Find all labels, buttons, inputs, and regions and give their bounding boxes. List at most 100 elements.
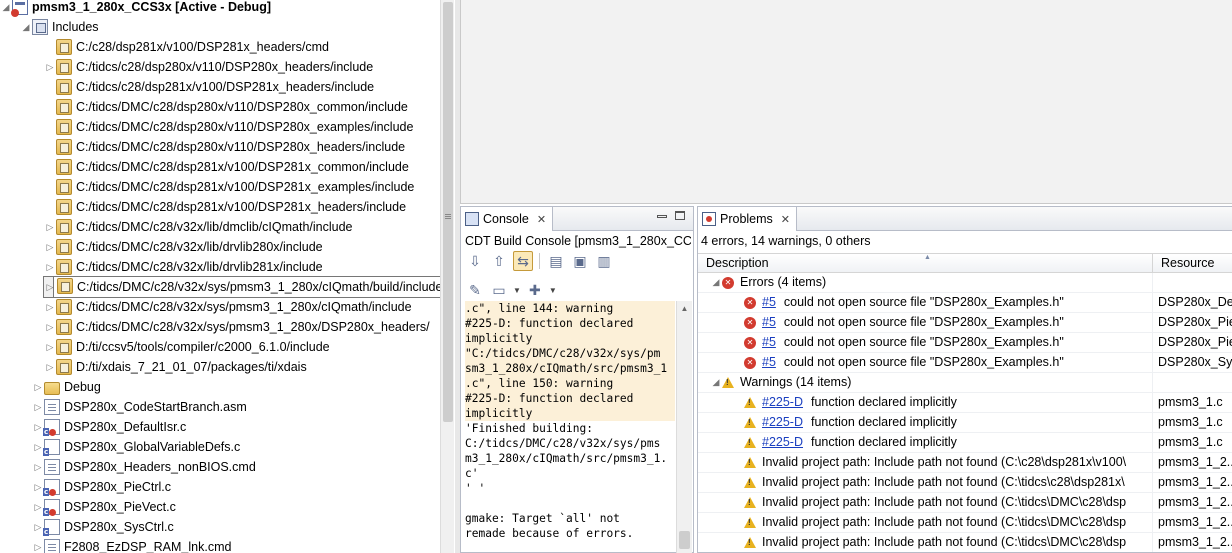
table-row[interactable]: ◢ Warnings (14 items) <box>698 373 1232 393</box>
table-row[interactable]: #225-D function declared implicitly pmsm3_… <box>698 433 1232 453</box>
tree-item-include-path[interactable]: C:/tidcs/DMC/c28/dsp280x/v110/DSP280x_co… <box>44 97 408 117</box>
table-row[interactable]: Invalid project path: Include path not f… <box>698 513 1232 533</box>
open-console-icon[interactable]: ✚ <box>525 280 545 300</box>
close-icon[interactable]: ✕ <box>537 213 546 226</box>
tree-item-includes[interactable]: ◢ Includes <box>20 17 99 37</box>
show-error-in-editor-icon[interactable]: ⇆ <box>513 251 533 271</box>
collapsed-arrow-icon[interactable]: ▷ <box>32 457 44 477</box>
console-line: .c", line 144: warning <box>465 301 675 316</box>
tree-item-file[interactable]: ▷ c DSP280x_DefaultIsr.c <box>32 417 186 437</box>
collapsed-arrow-icon[interactable]: ▷ <box>44 337 56 357</box>
resource-cell: DSP280x_Sy... <box>1158 355 1232 369</box>
problem-id-link[interactable]: #225-D <box>762 393 803 412</box>
tree-item-file[interactable]: ▷ DSP280x_Headers_nonBIOS.cmd <box>32 457 256 477</box>
collapsed-arrow-icon[interactable]: ▷ <box>44 237 56 257</box>
tree-item-include-path[interactable]: C:/tidcs/DMC/c28/dsp280x/v110/DSP280x_he… <box>44 137 405 157</box>
console-line: m3_1_280x/cIQmath/src/pmsm3_1. <box>465 452 668 465</box>
table-row[interactable]: ◢ ✕ Errors (4 items) <box>698 273 1232 293</box>
tree-item-file[interactable]: ▷ c DSP280x_PieVect.c <box>32 497 176 517</box>
scrollbar-thumb[interactable] <box>443 2 453 422</box>
table-row[interactable]: ✕ #5 could not open source file "DSP280x_E… <box>698 333 1232 353</box>
tree-item-include-path[interactable]: ▷ C:/tidcs/DMC/c28/v32x/lib/drvlib281x/in… <box>44 257 323 277</box>
includes-icon <box>32 19 48 35</box>
scrollbar-thumb[interactable] <box>679 531 690 549</box>
include-folder-icon <box>56 339 72 355</box>
expanded-arrow-icon[interactable]: ◢ <box>710 273 722 292</box>
scroll-lock-icon[interactable]: ▤ <box>546 251 566 271</box>
problem-id-link[interactable]: #5 <box>762 353 776 372</box>
minimize-icon[interactable] <box>657 215 667 218</box>
problem-id-link[interactable]: #225-D <box>762 433 803 452</box>
pin-console-icon[interactable]: ✎ <box>465 280 485 300</box>
tree-item-file[interactable]: ▷ DSP280x_CodeStartBranch.asm <box>32 397 247 417</box>
console-line: implicitly <box>465 406 675 421</box>
tree-item-include-path[interactable]: C:/tidcs/DMC/c28/dsp281x/v100/DSP281x_he… <box>44 197 406 217</box>
expanded-arrow-icon[interactable]: ◢ <box>20 17 32 37</box>
display-console-icon[interactable]: ▭ <box>489 280 509 300</box>
problem-id-link[interactable]: #225-D <box>762 413 803 432</box>
tree-scrollbar[interactable] <box>440 0 454 553</box>
tree-item-include-path[interactable]: C:/tidcs/DMC/c28/dsp281x/v100/DSP281x_ex… <box>44 177 414 197</box>
collapsed-arrow-icon[interactable]: ▷ <box>44 217 56 237</box>
previous-error-icon[interactable]: ⇧ <box>489 251 509 271</box>
table-row[interactable]: #225-D function declared implicitly pmsm3_… <box>698 393 1232 413</box>
collapsed-arrow-icon[interactable]: ▷ <box>32 397 44 417</box>
column-header-description[interactable]: ▲ Description <box>698 254 1153 272</box>
expanded-arrow-icon[interactable]: ◢ <box>0 0 12 17</box>
problem-id-link[interactable]: #5 <box>762 293 776 312</box>
tab-problems[interactable]: Problems ✕ <box>698 207 798 231</box>
tree-item-include-path[interactable]: ▷ C:/tidcs/DMC/c28/v32x/sys/pmsm3_1_280x/… <box>44 297 412 317</box>
table-row[interactable]: ✕ #5 could not open source file "DSP280x_E… <box>698 313 1232 333</box>
collapsed-arrow-icon[interactable]: ▷ <box>44 57 56 77</box>
table-row[interactable]: ✕ #5 could not open source file "DSP280x_E… <box>698 293 1232 313</box>
table-row[interactable]: Invalid project path: Include path not f… <box>698 493 1232 513</box>
tree-item-include-path[interactable]: ▷ C:/tidcs/c28/dsp280x/v110/DSP280x_heade… <box>44 57 373 77</box>
table-row[interactable]: Invalid project path: Include path not f… <box>698 473 1232 493</box>
maximize-icon[interactable] <box>675 211 685 220</box>
tree-item-include-path[interactable]: C:/c28/dsp281x/v100/DSP281x_headers/cmd <box>44 37 329 57</box>
close-icon[interactable]: ✕ <box>781 213 790 226</box>
table-row[interactable]: #225-D function declared implicitly pmsm3_… <box>698 413 1232 433</box>
expanded-arrow-icon[interactable]: ◢ <box>710 373 722 392</box>
problem-id-link[interactable]: #5 <box>762 333 776 352</box>
tree-item-debug-folder[interactable]: ▷ Debug <box>32 377 101 397</box>
tree-item-include-path[interactable]: C:/tidcs/DMC/c28/dsp280x/v110/DSP280x_ex… <box>44 117 413 137</box>
tree-item-include-path[interactable]: ▷ C:/tidcs/DMC/c28/v32x/lib/dmclib/cIQmat… <box>44 217 352 237</box>
console-line: "C:/tidcs/DMC/c28/v32x/sys/pm <box>465 346 675 361</box>
tree-item-include-path[interactable]: ▷ C:/tidcs/DMC/c28/v32x/lib/drvlib280x/in… <box>44 237 323 257</box>
include-folder-icon <box>56 119 72 135</box>
tree-item-project[interactable]: ◢ pmsm3_1_280x_CCS3x [Active - Debug] <box>0 0 271 17</box>
problem-id-link[interactable]: #5 <box>762 313 776 332</box>
chevron-down-icon[interactable]: ▼ <box>549 286 557 295</box>
table-row[interactable]: Invalid project path: Include path not f… <box>698 453 1232 473</box>
chevron-down-icon[interactable]: ▼ <box>513 286 521 295</box>
tree-item-include-path[interactable]: C:/tidcs/c28/dsp281x/v100/DSP281x_header… <box>44 77 374 97</box>
copy-build-log-icon[interactable]: ▣ <box>570 251 590 271</box>
next-error-icon[interactable]: ⇩ <box>465 251 485 271</box>
collapsed-arrow-icon[interactable]: ▷ <box>32 377 44 397</box>
collapsed-arrow-icon[interactable]: ▷ <box>44 357 56 377</box>
collapsed-arrow-icon[interactable]: ▷ <box>32 537 44 553</box>
collapsed-arrow-icon[interactable]: ▷ <box>44 297 56 317</box>
table-row[interactable]: ✕ #5 could not open source file "DSP280x_E… <box>698 353 1232 373</box>
tab-console[interactable]: Console ✕ <box>461 207 554 231</box>
problem-description: function declared implicitly <box>811 395 957 409</box>
collapsed-arrow-icon[interactable]: ▷ <box>44 317 56 337</box>
tree-item-file[interactable]: ▷ c DSP280x_SysCtrl.c <box>32 517 174 537</box>
tree-item-file[interactable]: ▷ F2808_EzDSP_RAM_lnk.cmd <box>32 537 231 553</box>
column-header-resource[interactable]: Resource <box>1153 254 1232 272</box>
tree-item-file[interactable]: ▷ c DSP280x_PieCtrl.c <box>32 477 171 497</box>
table-row[interactable]: Invalid project path: Include path not f… <box>698 533 1232 552</box>
tree-item-include-path[interactable]: ▷ D:/ti/ccsv5/tools/compiler/c2000_6.1.0/… <box>44 337 330 357</box>
scroll-up-arrow-icon[interactable]: ▲ <box>677 301 692 316</box>
tree-item-include-path[interactable]: ▷ C:/tidcs/DMC/c28/v32x/sys/pmsm3_1_280x/… <box>44 317 430 337</box>
collapsed-arrow-icon[interactable]: ▷ <box>44 257 56 277</box>
include-folder-icon <box>56 79 72 95</box>
console-scrollbar[interactable]: ▲ <box>676 301 692 553</box>
console-tabbar: Console ✕ <box>461 207 693 231</box>
tree-item-file[interactable]: ▷ c DSP280x_GlobalVariableDefs.c <box>32 437 240 457</box>
project-icon <box>11 0 28 17</box>
tree-item-include-path[interactable]: C:/tidcs/DMC/c28/dsp281x/v100/DSP281x_co… <box>44 157 409 177</box>
clear-console-icon[interactable]: ▥ <box>594 251 614 271</box>
tree-item-include-path[interactable]: ▷ D:/ti/xdais_7_21_01_07/packages/ti/xdai… <box>44 357 307 377</box>
